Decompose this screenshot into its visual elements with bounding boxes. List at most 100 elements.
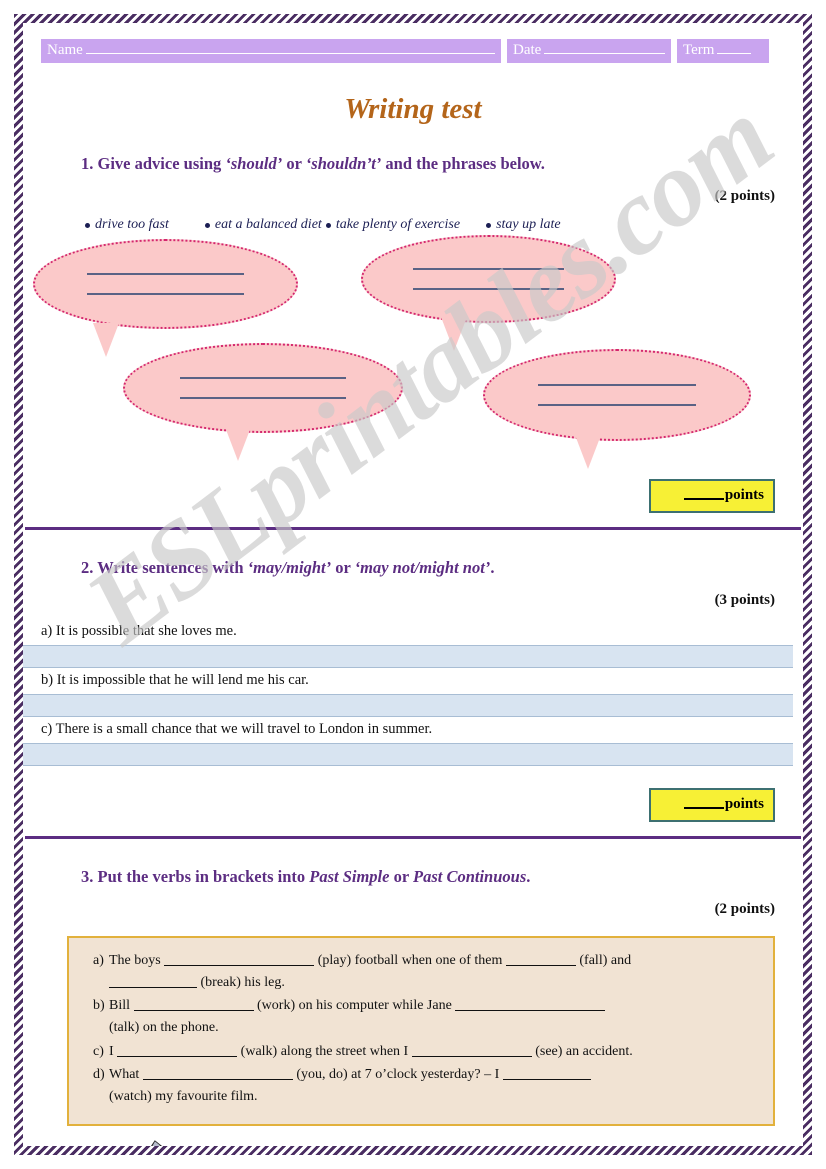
sticky-notes-icon bbox=[353, 1144, 473, 1146]
term-field[interactable]: Term bbox=[677, 39, 769, 63]
gap-blank[interactable] bbox=[142, 1079, 293, 1081]
phrase-label: drive too fast bbox=[95, 217, 169, 232]
worksheet-content: Name Date Term Writing test 1. Give advi… bbox=[23, 23, 803, 1146]
bullet-icon bbox=[486, 223, 492, 228]
gapfill-item: b) Bill (work) on his computer while Jan… bbox=[83, 995, 759, 1038]
gap-blank[interactable] bbox=[502, 1079, 591, 1081]
points-box-label: points bbox=[724, 796, 764, 812]
sentence-prompt: a) It is possible that she loves me. bbox=[41, 623, 237, 639]
item-part: (watch) my favourite film. bbox=[109, 1089, 258, 1105]
item-text: Bill (work) on his computer while Jane (… bbox=[109, 995, 759, 1038]
gap-blank[interactable] bbox=[505, 965, 576, 966]
exercise-1-quoted-1: ‘should’ bbox=[225, 154, 283, 173]
item-part: The boys bbox=[109, 953, 161, 968]
answer-bar[interactable] bbox=[23, 694, 793, 717]
name-label: Name bbox=[47, 42, 83, 58]
exercise-3-points: (2 points) bbox=[714, 901, 775, 917]
item-part: (fall) and bbox=[579, 953, 632, 968]
item-part: (see) an accident. bbox=[535, 1043, 633, 1059]
gapfill-item: d) What (you, do) at 7 o’clock yesterday… bbox=[83, 1064, 759, 1107]
section-divider bbox=[25, 836, 801, 839]
exercise-2-points-box-wrap: points bbox=[23, 788, 803, 822]
bubble-write-line[interactable] bbox=[413, 268, 564, 270]
bubble-tail bbox=[93, 323, 119, 357]
footer-artwork: Write points bbox=[23, 1130, 803, 1146]
term-label: Term bbox=[683, 42, 715, 58]
section-divider bbox=[25, 527, 801, 530]
speech-bubble-group bbox=[23, 235, 803, 479]
answer-bar[interactable] bbox=[23, 743, 793, 766]
speech-bubble[interactable] bbox=[361, 235, 616, 351]
exercise-3-instruction-pre: Put the verbs in brackets into bbox=[97, 867, 310, 886]
exercise-1-instruction-post: and the phrases below. bbox=[381, 154, 545, 173]
item-part: What bbox=[109, 1067, 140, 1083]
exercise-1-points-box[interactable]: points bbox=[649, 479, 775, 513]
bubble-write-line[interactable] bbox=[180, 377, 346, 379]
sentence-prompt: b) It is impossible that he will lend me… bbox=[41, 672, 309, 688]
exercise-2-quoted-2: ‘may not/might not’ bbox=[354, 558, 491, 577]
bubble-tail bbox=[575, 435, 601, 469]
gap-blank[interactable] bbox=[164, 965, 315, 966]
exercise-1-points-box-wrap: points bbox=[23, 479, 803, 513]
bubble-write-line[interactable] bbox=[413, 288, 564, 290]
gap-blank[interactable] bbox=[133, 1010, 254, 1012]
item-part: (talk) on the phone. bbox=[109, 1020, 219, 1036]
gap-blank[interactable] bbox=[455, 1010, 606, 1012]
exercise-3-heading: 3. Put the verbs in brackets into Past S… bbox=[23, 867, 803, 887]
speech-bubble[interactable] bbox=[33, 239, 298, 357]
bullet-icon bbox=[204, 223, 210, 228]
points-blank[interactable] bbox=[683, 498, 724, 500]
exercise-3-number: 3. bbox=[81, 867, 94, 886]
exercise-1-instruction-mid: or bbox=[282, 154, 306, 173]
item-label: a) bbox=[93, 953, 104, 968]
exercise-1-points: (2 points) bbox=[714, 188, 775, 204]
bullet-icon bbox=[325, 223, 331, 228]
exercise-2-number: 2. bbox=[81, 558, 94, 577]
item-label: b) bbox=[93, 998, 105, 1014]
answer-bar[interactable] bbox=[23, 645, 793, 668]
name-field[interactable]: Name bbox=[41, 39, 501, 63]
points-blank[interactable] bbox=[683, 807, 724, 809]
page-title: Writing test bbox=[344, 93, 482, 125]
item-label: d) bbox=[93, 1067, 105, 1083]
item-part: (work) on his computer while Jane bbox=[257, 998, 452, 1014]
bubble-write-line[interactable] bbox=[87, 273, 244, 275]
phrase-item: drive too fast bbox=[85, 217, 169, 233]
exercise-1-phrase-list: drive too fast eat a balanced diet take … bbox=[23, 205, 803, 233]
gap-blank[interactable] bbox=[411, 1055, 532, 1057]
exercise-2-instruction-post: . bbox=[490, 558, 495, 577]
bubble-write-line[interactable] bbox=[180, 397, 346, 399]
exercise-2-quoted-1: ‘may/might’ bbox=[247, 558, 332, 577]
item-text: I (walk) along the street when I (see) a… bbox=[109, 1041, 759, 1063]
speech-bubble[interactable] bbox=[123, 343, 403, 461]
term-write-line[interactable] bbox=[717, 42, 752, 54]
bubble-write-line[interactable] bbox=[537, 404, 697, 406]
exercise-2-instruction-mid: or bbox=[331, 558, 355, 577]
bullet-icon bbox=[85, 223, 90, 228]
speech-bubble[interactable] bbox=[483, 349, 751, 469]
item-text: What (you, do) at 7 o’clock yesterday? –… bbox=[109, 1064, 759, 1107]
phrase-label: stay up late bbox=[496, 217, 561, 232]
phrase-label: take plenty of exercise bbox=[335, 217, 461, 232]
exercise-2-sentences: a) It is possible that she loves me. b) … bbox=[23, 619, 803, 766]
phrase-item: take plenty of exercise bbox=[325, 217, 461, 233]
date-write-line[interactable] bbox=[544, 42, 665, 54]
date-field[interactable]: Date bbox=[507, 39, 671, 63]
student-info-header: Name Date Term bbox=[23, 23, 803, 63]
exercise-2-points: (3 points) bbox=[714, 592, 775, 608]
gap-blank[interactable] bbox=[117, 1055, 238, 1057]
gap-blank[interactable] bbox=[109, 986, 197, 988]
name-write-line[interactable] bbox=[85, 42, 495, 54]
phrase-item: stay up late bbox=[486, 217, 561, 233]
bubble-write-line[interactable] bbox=[537, 384, 697, 386]
item-part: (play) football when one of them bbox=[317, 953, 503, 968]
item-text: The boys (play) football when one of the… bbox=[109, 950, 759, 993]
exercise-1-quoted-2: ‘shouldn’t’ bbox=[305, 154, 382, 173]
pen-writing-icon: Write bbox=[115, 1140, 166, 1146]
exercise-2-instruction-pre: Write sentences with bbox=[97, 558, 248, 577]
bubble-write-line[interactable] bbox=[87, 293, 244, 295]
exercise-2-points-box[interactable]: points bbox=[649, 788, 775, 822]
phrase-item: eat a balanced diet bbox=[204, 217, 322, 233]
bubble-tail bbox=[441, 317, 467, 351]
gapfill-item: a) The boys (play) football when one of … bbox=[83, 950, 759, 993]
